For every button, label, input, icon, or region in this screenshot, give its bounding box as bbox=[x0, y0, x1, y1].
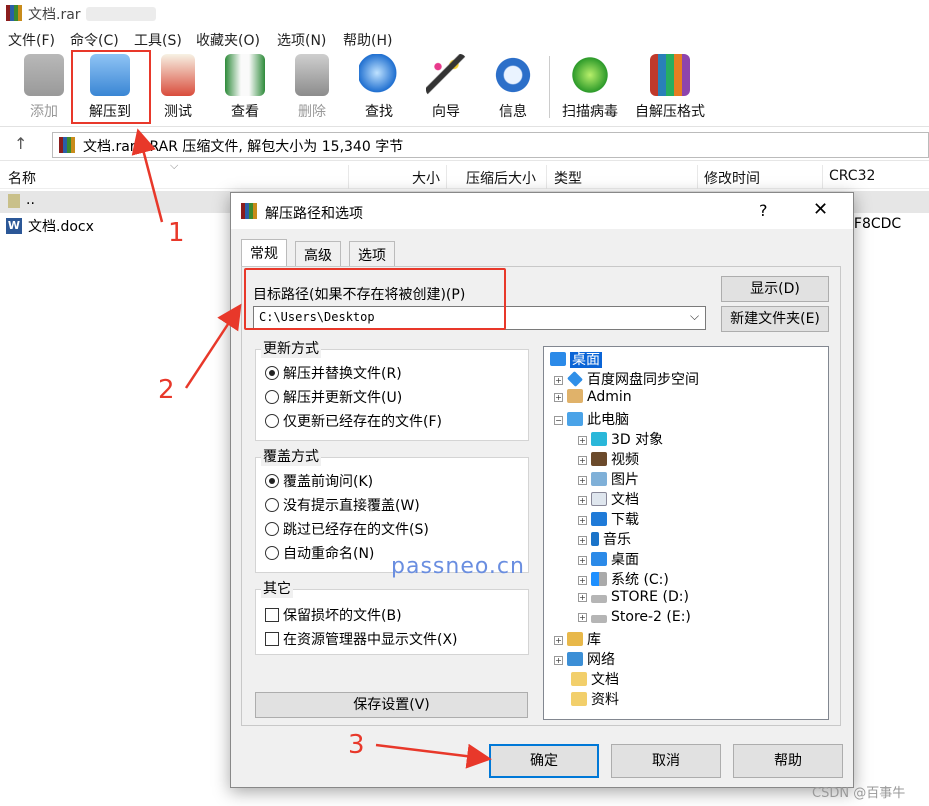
credit-watermark: CSDN @百事牛 bbox=[812, 786, 906, 801]
annotation-arrows bbox=[131, 128, 492, 769]
annotation-arrow-3 bbox=[375, 743, 492, 769]
annotation-number-2: 2 bbox=[158, 375, 175, 405]
annotation-arrow-1 bbox=[131, 128, 164, 223]
annotation-number-1: 1 bbox=[168, 218, 185, 248]
annotation-arrow-2 bbox=[184, 303, 242, 389]
annotation-number-3: 3 bbox=[348, 730, 365, 760]
